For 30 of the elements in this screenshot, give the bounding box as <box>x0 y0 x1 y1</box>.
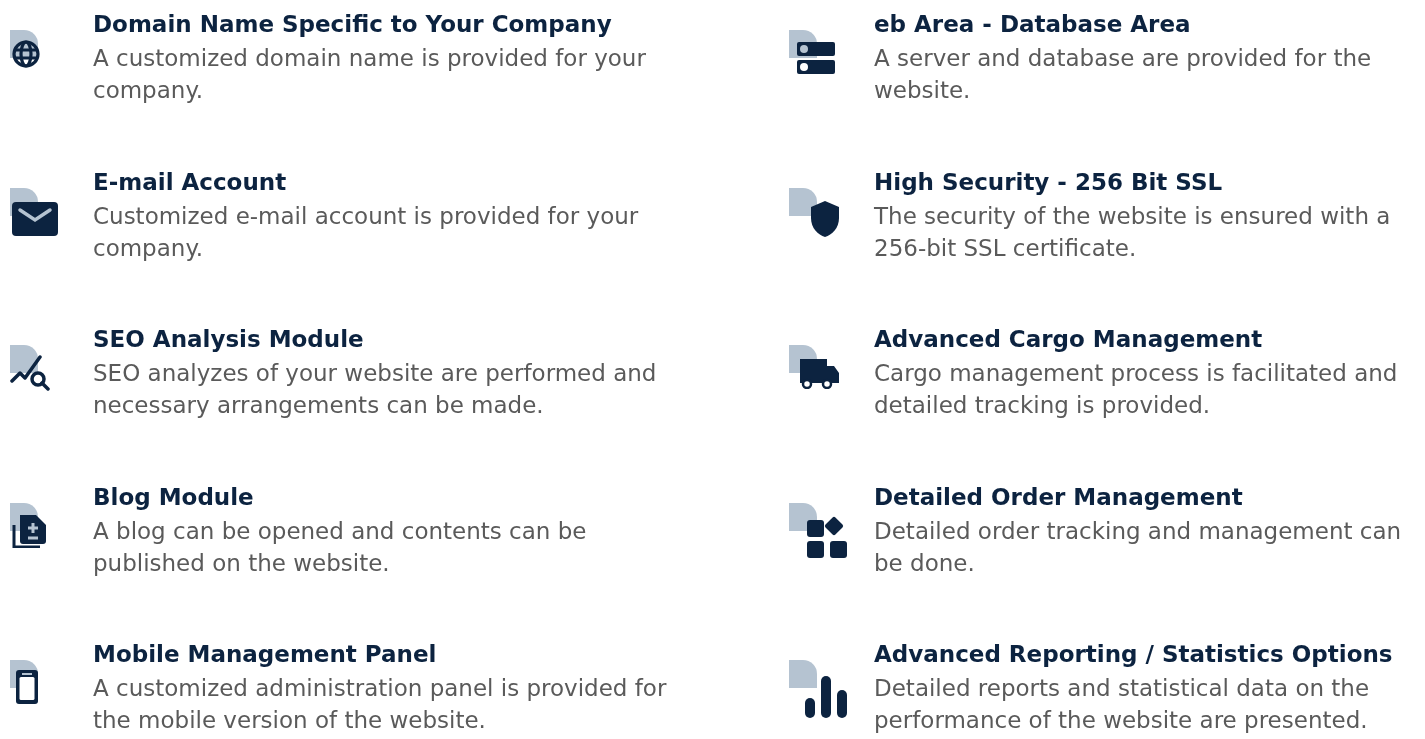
feature-title: E-mail Account <box>93 167 287 197</box>
feature-description: The security of the website is ensured with a 256-bit SSL certificate. <box>874 201 1392 263</box>
feature-title: High Security - 256 Bit SSL <box>874 167 1223 197</box>
feature-description: Cargo management process is facilitated and detailed tracking is provided. <box>874 359 1399 420</box>
feature-title: Detailed Order Management <box>874 482 1243 512</box>
feature-description: A customized administration panel is provided for the mobile version of the website. <box>93 674 668 735</box>
feature-title: Blog Module <box>93 482 254 512</box>
feature-title: Advanced Cargo Management <box>874 325 1263 354</box>
bar-chart-icon <box>789 660 848 719</box>
globe-icon <box>10 30 42 70</box>
feature-description: A blog can be opened and contents can be published on the website. <box>93 516 588 578</box>
feature-title: Mobile Management Panel <box>93 640 437 669</box>
feature-title: Advanced Reporting / Statistics Options <box>874 640 1393 669</box>
blocks-icon <box>789 502 848 559</box>
truck-icon <box>789 345 840 389</box>
mobile-phone-icon <box>10 660 39 705</box>
feature-description: Detailed order tracking and management can be done. <box>874 516 1403 578</box>
feature-description: Detailed reports and statistical data on the performance of the website are presented. <box>874 674 1371 735</box>
chart-search-icon <box>10 345 50 391</box>
server-icon <box>789 30 836 75</box>
feature-description: Customized e-mail account is provided for your company. <box>93 201 640 263</box>
feature-title: Domain Name Specific to Your Company <box>93 10 612 39</box>
shield-icon <box>789 187 840 238</box>
envelope-icon <box>10 187 59 237</box>
feature-title: SEO Analysis Module <box>93 325 364 354</box>
feature-description: SEO analyzes of your website are performed and necessary arrangements can be made. <box>93 359 658 420</box>
feature-description: A server and database are provided for the website. <box>874 44 1373 105</box>
document-stack-icon <box>10 502 48 548</box>
feature-description: A customized domain name is provided for your company. <box>93 44 647 105</box>
feature-title: eb Area - Database Area <box>874 10 1191 39</box>
